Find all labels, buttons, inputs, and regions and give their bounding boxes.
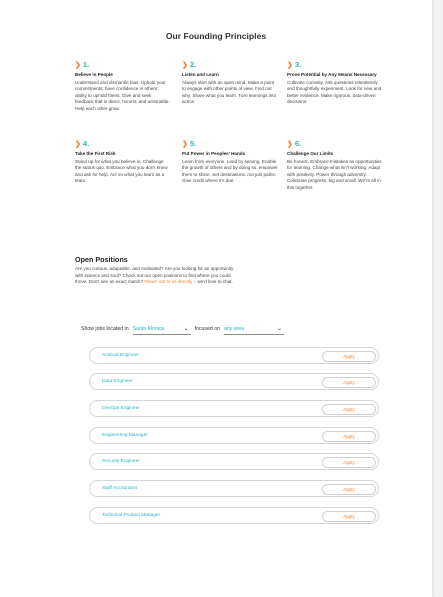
principle-1: ❯ 1. Believe in People Understand and dis… [75,60,171,112]
job-row[interactable]: Staff Accountant Apply [89,480,379,497]
chevron-right-icon: ❯ [182,62,188,69]
principle-title: Challenge Our Limits [287,151,334,156]
filter-prefix-label: Show jobs located in [81,326,129,332]
chevron-right-icon: ❯ [287,141,293,148]
job-filter: Show jobs located in Santa Monica ⌄ focu… [81,323,288,335]
page-scrollbar[interactable] [435,0,443,597]
principle-title: Listen and Learn [182,72,219,77]
page-title: Our Founding Principles [165,31,267,41]
apply-button[interactable]: Apply [322,351,376,362]
principle-title: Believe in People [75,72,113,77]
job-title[interactable]: Data Engineer [102,374,133,389]
apply-button[interactable]: Apply [322,457,376,468]
contact-link[interactable]: Reach out to us directly [144,279,192,284]
principle-number: 1. [82,60,90,69]
positions-title: Open Positions [75,255,128,264]
principle-4: ❯ 4. Take the First Risk Stand up for wha… [75,139,171,185]
principle-body: Cultivate curiosity. Ask questions relen… [287,80,382,105]
apply-button[interactable]: Apply [322,511,376,522]
chevron-right-icon: ❯ [287,62,293,69]
job-row[interactable]: DevOps Engineer Apply [89,400,379,417]
job-row[interactable]: Security Engineer Apply [89,453,379,470]
filter-middle-label: focused on [194,326,220,332]
principle-5: ❯ 5. Put Power in Peoples' Hands Learn fr… [182,139,278,185]
principle-body: Understand and dismantle bias. Uphold yo… [75,80,170,111]
location-select[interactable]: Santa Monica ⌄ [132,324,191,335]
principle-number: 2. [189,60,197,69]
chevron-down-icon: ⌄ [276,326,282,332]
job-row[interactable]: Engineering Manager Apply [89,427,379,444]
job-row[interactable]: Android Engineer Apply [89,347,379,364]
job-title[interactable]: DevOps Engineer [102,401,140,416]
job-title[interactable]: Security Engineer [102,454,140,469]
job-title[interactable]: Engineering Manager [102,428,148,443]
apply-button[interactable]: Apply [322,377,376,388]
chevron-right-icon: ❯ [75,141,81,148]
principle-3: ❯ 3. Prove Potential by Any Means Necessa… [287,60,383,106]
area-select[interactable]: any area ⌄ [223,324,284,335]
chevron-right-icon: ❯ [75,62,81,69]
principle-body: Be honest. Embrace mistakes as opportuni… [287,159,382,190]
positions-intro: Are you curious, adaptable, and motivate… [75,266,235,286]
principle-6: ❯ 6. Challenge Our Limits Be honest. Embr… [287,139,383,191]
area-select-value: any area [223,325,245,332]
positions-intro-tail: – we'd love to chat. [192,279,233,285]
apply-button[interactable]: Apply [322,404,376,415]
apply-button[interactable]: Apply [322,484,376,495]
principle-number: 4. [82,139,90,148]
principle-body: Stand up for what you believe in. Challe… [75,159,168,184]
careers-page: Our Founding Principles ❯ 1. Believe in P… [0,0,432,597]
job-row[interactable]: Technical Product Manager Apply [89,507,379,524]
principle-title: Take the First Risk [75,151,116,156]
chevron-down-icon: ⌄ [183,326,189,332]
principle-number: 6. [294,139,302,148]
principle-2: ❯ 2. Listen and Learn Always start with a… [182,60,278,106]
principle-body: Always start with an open mind. Make a p… [182,80,277,105]
principle-number: 3. [294,60,302,69]
location-select-value: Santa Monica [132,325,165,332]
job-row[interactable]: Data Engineer Apply [89,373,379,390]
job-title[interactable]: Android Engineer [102,348,139,363]
chevron-right-icon: ❯ [182,141,188,148]
apply-button[interactable]: Apply [322,431,376,442]
principle-title: Put Power in Peoples' Hands [182,151,246,156]
principle-title: Prove Potential by Any Means Necessary [287,72,377,77]
principle-body: Learn from everyone. Lead by serving. En… [182,159,278,184]
job-title[interactable]: Technical Product Manager [102,508,160,523]
principle-number: 5. [189,139,197,148]
job-title[interactable]: Staff Accountant [102,481,137,496]
